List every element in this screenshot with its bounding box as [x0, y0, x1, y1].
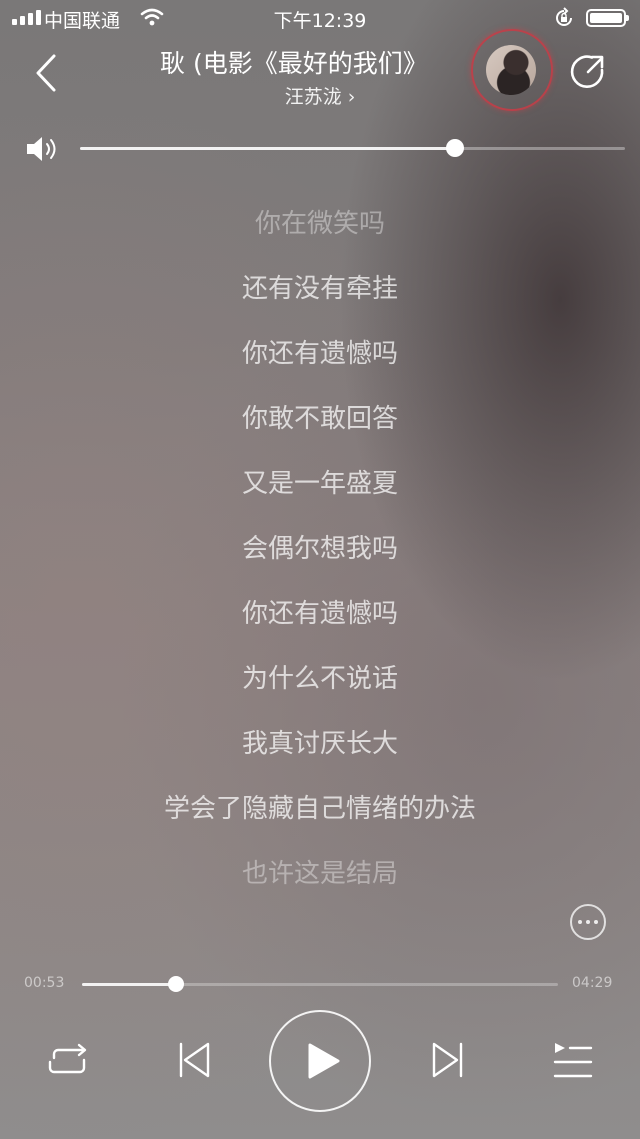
share-icon	[570, 55, 604, 88]
lyric-line: 会偶尔想我吗	[241, 534, 398, 564]
current-time: 00:53	[24, 975, 65, 991]
play-button[interactable]	[269, 1010, 371, 1112]
rotation-lock-icon	[553, 7, 575, 34]
volume-fill	[80, 147, 455, 150]
previous-icon	[179, 1042, 210, 1078]
volume-icon	[24, 134, 64, 164]
previous-button[interactable]	[174, 1038, 214, 1082]
volume-slider[interactable]	[80, 139, 625, 157]
more-dot-icon	[594, 920, 598, 924]
lyric-line: 还有没有牵挂	[241, 274, 398, 304]
lyric-line: 我真讨厌长大	[241, 729, 398, 759]
more-dot-icon	[578, 920, 582, 924]
song-title: 耿 (电影《最好的我们》	[160, 49, 428, 78]
repeat-icon	[48, 1043, 87, 1074]
status-bar: 中国联通 下午12:39	[0, 0, 640, 36]
repeat-button[interactable]	[44, 1038, 92, 1082]
play-icon	[308, 1043, 340, 1079]
lyric-line: 为什么不说话	[241, 664, 398, 694]
status-time: 下午12:39	[273, 10, 367, 32]
playlist-button[interactable]	[552, 1040, 594, 1080]
progress-fill	[82, 983, 176, 986]
album-avatar[interactable]	[486, 45, 536, 95]
lyric-line: 你敢不敢回答	[241, 404, 398, 434]
share-button[interactable]	[566, 50, 610, 94]
lyrics-list: 你在微笑吗还有没有牵挂 你还有遗憾吗 你敢不敢回答 又是一年盛夏 会偶尔想我吗 你还有遗憾…	[0, 198, 640, 913]
lyric-line: 你还有遗憾吗	[241, 599, 398, 629]
playlist-icon	[553, 1043, 593, 1078]
lyric-line: 也许这是结局	[241, 859, 398, 889]
next-button[interactable]	[428, 1038, 468, 1082]
volume-knob[interactable]	[445, 139, 464, 157]
progress-slider[interactable]	[82, 976, 558, 992]
lyric-line: 你还有遗憾吗	[241, 339, 398, 369]
more-button[interactable]	[570, 904, 606, 940]
lyric-line: 你在微笑吗	[254, 209, 385, 239]
battery-icon	[586, 9, 629, 27]
chevron-right-icon: ›	[347, 86, 356, 108]
lyric-line: 学会了隐藏自己情绪的办法	[163, 794, 476, 824]
total-time: 04:29	[572, 975, 613, 991]
lyric-line: 又是一年盛夏	[241, 469, 398, 499]
more-dot-icon	[586, 920, 590, 924]
next-icon	[432, 1042, 463, 1078]
progress-knob[interactable]	[167, 976, 184, 992]
artist-name: 汪苏泷	[284, 86, 342, 108]
